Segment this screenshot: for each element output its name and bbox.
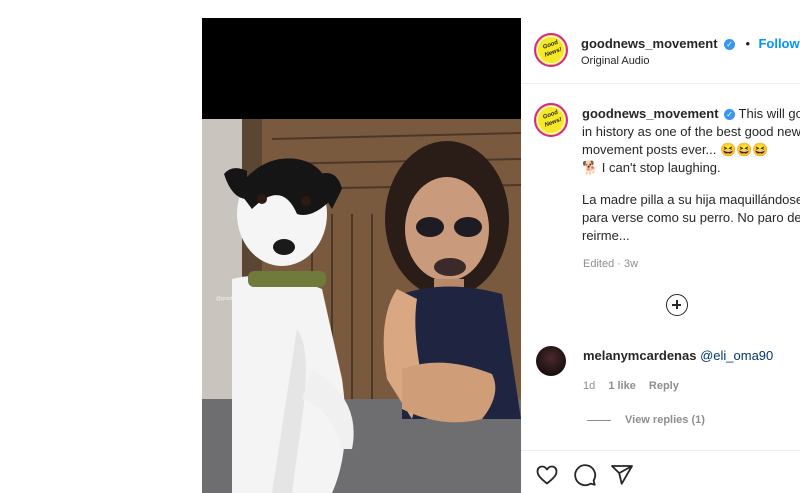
comment-icon[interactable] [573,463,597,487]
dog-and-child-image [202,119,521,493]
post-side-panel: Good News! goodnews_movement ✓ • Follow … [521,18,800,493]
verified-badge-icon: ✓ [724,109,736,120]
separator-dot: • [745,36,750,51]
edited-timestamp[interactable]: Edited · 3w [583,258,638,270]
post-media[interactable]: @goodnews_movement [202,18,521,493]
comment-likes[interactable]: 1 like [608,380,636,392]
post-actions [521,450,800,493]
share-icon[interactable] [610,463,634,487]
author-avatar[interactable]: Good News! [534,33,568,67]
verified-badge-icon: ✓ [723,39,735,50]
heart-icon[interactable] [535,463,559,487]
comment-reply-button[interactable]: Reply [649,380,679,392]
comment-meta: 1d 1 like Reply [583,380,689,392]
post-photo[interactable]: @goodnews_movement [202,119,521,493]
original-audio-link[interactable]: Original Audio [581,55,650,67]
post-header: Good News! goodnews_movement ✓ • Follow … [521,18,800,84]
plus-circle-icon[interactable] [666,294,688,316]
post-caption: goodnews_movement ✓ This will go down in… [582,105,800,177]
commenter-avatar[interactable] [536,346,566,376]
author-line: goodnews_movement ✓ • Follow [581,35,800,53]
follow-button[interactable]: Follow [758,36,799,51]
comment: melanymcardenas @eli_oma90 [583,348,773,363]
avatar-logo-text: Good News! [542,109,563,129]
view-replies-button[interactable]: View replies (1) [587,414,705,426]
video-watermark: @goodnews_movement [216,296,270,302]
caption-text-es: La madre pilla a su hija maquillándose p… [582,192,800,243]
author-username[interactable]: goodnews_movement [581,36,718,51]
caption-username[interactable]: goodnews_movement [582,106,719,121]
comment-time[interactable]: 1d [583,380,595,392]
caption-author-avatar[interactable]: Good News! [534,103,568,137]
comment-mention[interactable]: @eli_oma90 [700,348,773,363]
commenter-username[interactable]: melanymcardenas [583,348,696,363]
avatar-logo-text: Good News! [542,39,563,59]
